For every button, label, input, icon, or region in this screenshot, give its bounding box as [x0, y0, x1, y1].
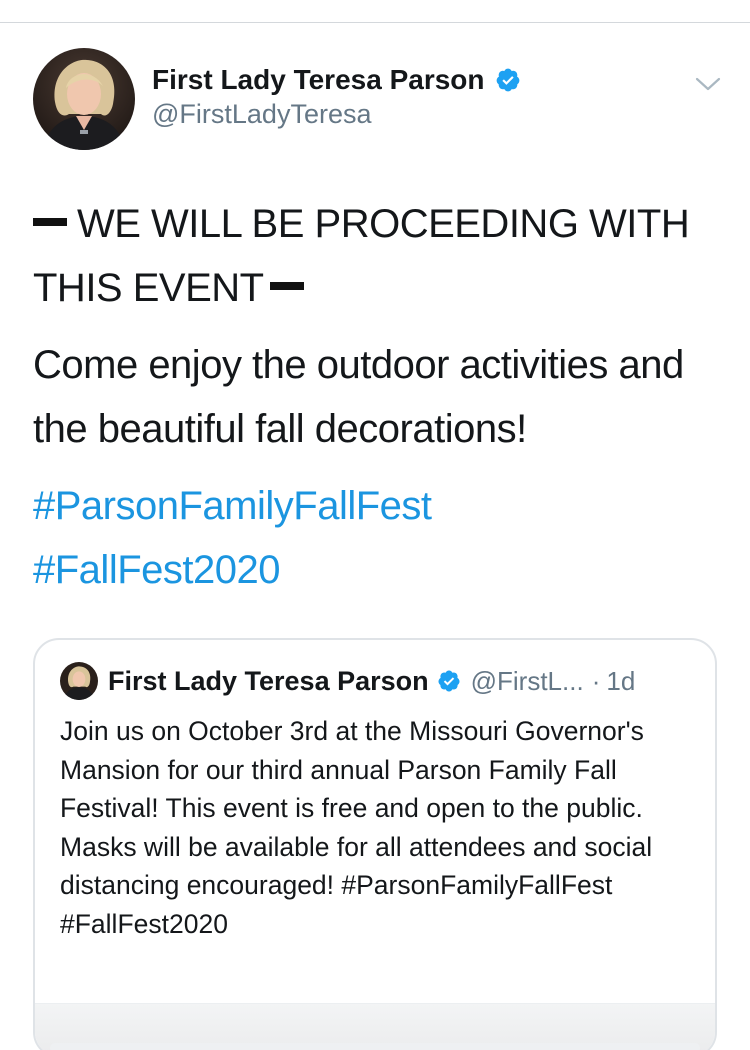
chevron-down-icon[interactable]: [693, 72, 723, 96]
quoted-tweet-text: Join us on October 3rd at the Missouri G…: [60, 716, 653, 939]
quoted-author-avatar: [60, 662, 98, 700]
quoted-timestamp: 1d: [606, 665, 636, 696]
author-display-name[interactable]: First Lady Teresa Parson: [152, 64, 485, 96]
quoted-tweet-header: First Lady Teresa Parson @FirstL... · 1d: [108, 664, 635, 698]
quoted-separator: ·: [591, 665, 601, 696]
dash-icon: [33, 218, 67, 227]
announcement-text: WE WILL BE PROCEEDING WITH THIS EVENT: [33, 202, 690, 310]
verified-badge-icon: [438, 670, 460, 692]
dash-icon: [269, 282, 304, 291]
author-handle[interactable]: @FirstLadyTeresa: [152, 99, 371, 130]
top-divider: [0, 22, 750, 23]
author-avatar[interactable]: [33, 48, 135, 150]
hashtag-link[interactable]: #ParsonFamilyFallFest: [33, 474, 723, 538]
author-name-row[interactable]: First Lady Teresa Parson: [152, 62, 521, 98]
verified-badge-icon: [496, 68, 519, 92]
tweet-text-announcement: WE WILL BE PROCEEDING WITH THIS EVENT: [33, 192, 723, 320]
quoted-author-handle: @FirstL...: [470, 665, 584, 696]
quoted-tweet-card[interactable]: First Lady Teresa Parson @FirstL... · 1d…: [33, 638, 717, 1050]
tweet-text-body: Come enjoy the outdoor activities and th…: [33, 343, 684, 451]
bottom-edge-bar: [50, 1043, 700, 1050]
quoted-author-name: First Lady Teresa Parson: [108, 665, 429, 696]
tweet-hashtags: #ParsonFamilyFallFest #FallFest2020: [33, 474, 723, 602]
hashtag-link[interactable]: #FallFest2020: [33, 538, 723, 602]
